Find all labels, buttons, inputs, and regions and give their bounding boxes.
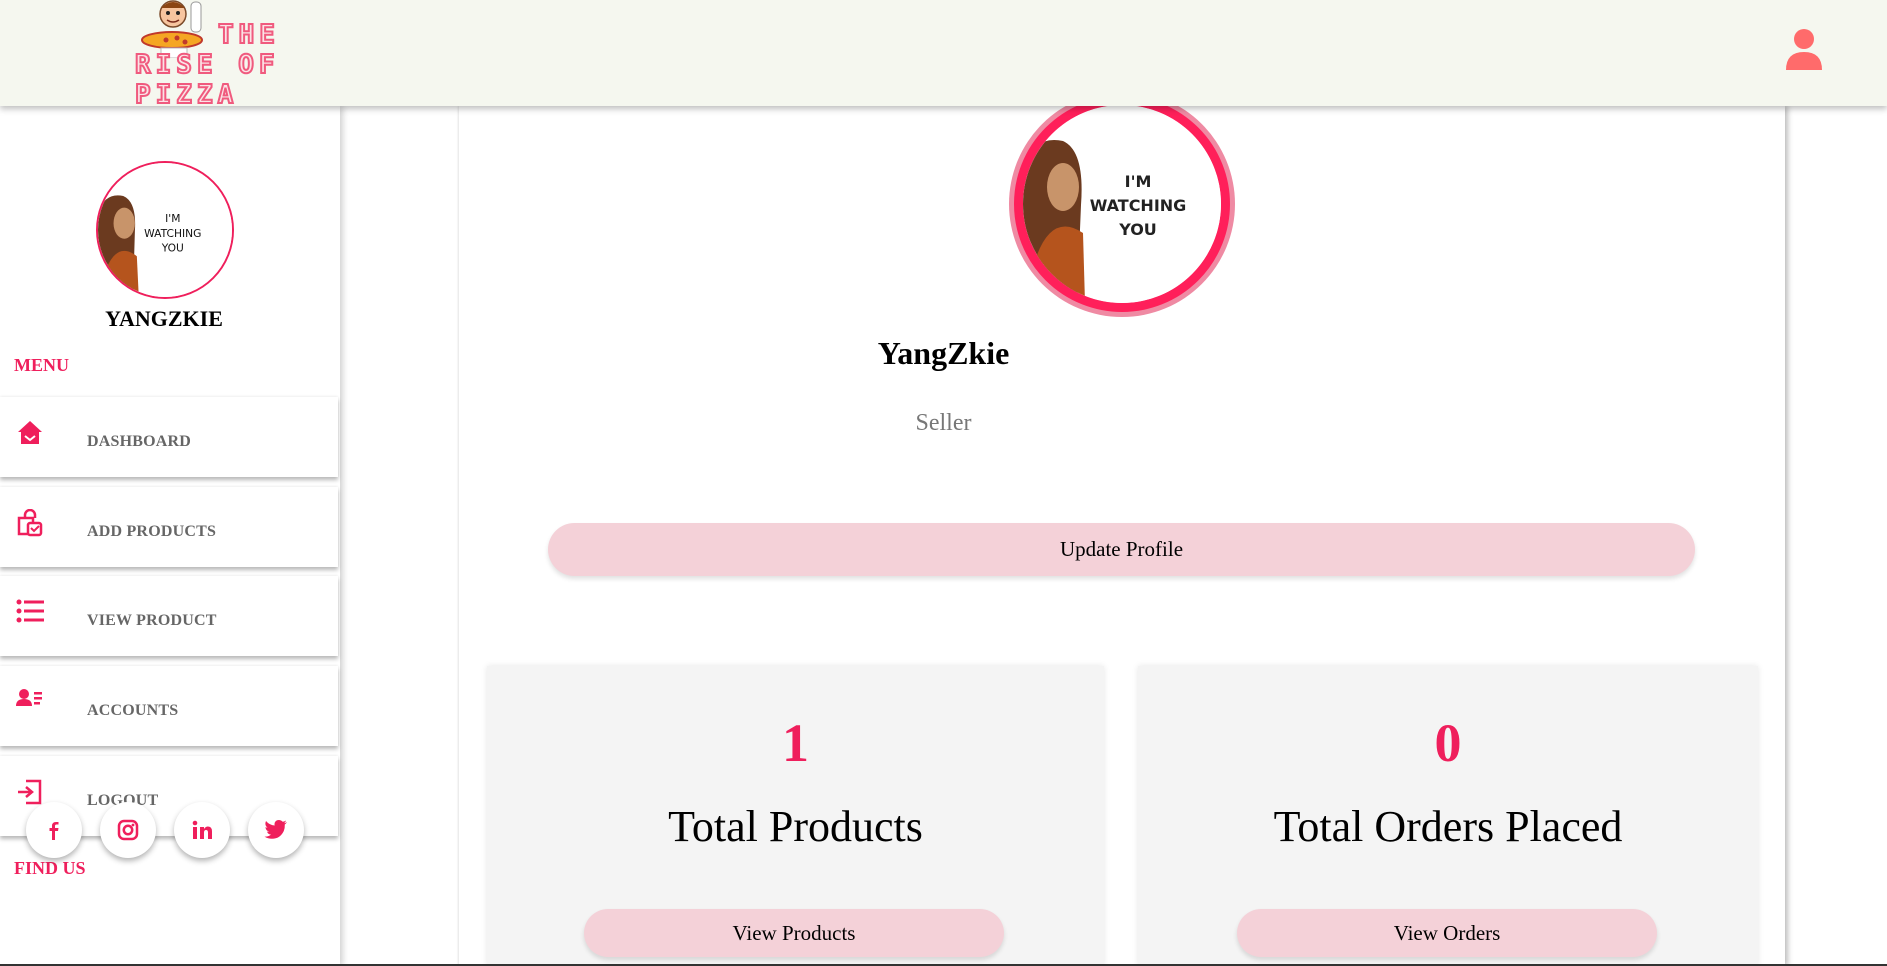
avatar-caption-3: YOU: [161, 241, 184, 254]
instagram-icon: [117, 819, 139, 841]
view-orders-button[interactable]: View Orders: [1237, 909, 1657, 957]
sidebar-item-accounts[interactable]: ACCOUNTS: [0, 666, 338, 746]
sidebar-item-label: ADD PRODUCTS: [87, 523, 217, 540]
sidebar-item-view-product[interactable]: VIEW PRODUCT: [0, 576, 338, 656]
avatar-caption-1: I'M: [165, 212, 180, 225]
twitter-button[interactable]: [248, 802, 304, 858]
home-icon: [18, 421, 42, 444]
avatar-caption-1: I'M: [1125, 172, 1152, 191]
sidebar: I'M WATCHING YOU YANGZKIE MENU DASHBOARD…: [0, 106, 340, 966]
logout-icon: [18, 779, 42, 805]
sidebar-item-label: DASHBOARD: [87, 433, 192, 450]
sidebar-item-dashboard[interactable]: DASHBOARD: [0, 397, 338, 477]
top-header: THE RISE OF PIZZA: [0, 0, 1887, 111]
facebook-button[interactable]: [26, 802, 82, 858]
avatar-caption-3: YOU: [1118, 220, 1157, 239]
sidebar-item-label: ACCOUNTS: [87, 702, 179, 719]
menu-heading: MENU: [14, 355, 69, 375]
avatar-caption-2: WATCHING: [144, 227, 201, 240]
total-products-value: 1: [782, 713, 809, 773]
total-products-label: Total Products: [668, 802, 923, 851]
logo-text-top: THE: [217, 19, 280, 51]
view-products-button[interactable]: View Products: [584, 909, 1004, 957]
avatar-caption-2: WATCHING: [1090, 196, 1187, 215]
sidebar-avatar: I'M WATCHING YOU: [96, 161, 234, 299]
twitter-icon: [264, 820, 287, 839]
total-orders-card: 0 Total Orders Placed View Orders: [1138, 666, 1758, 966]
find-us-heading: FIND US: [14, 858, 86, 878]
sidebar-item-label: VIEW PRODUCT: [87, 612, 217, 629]
linkedin-button[interactable]: [174, 802, 230, 858]
user-list-icon: [16, 689, 42, 706]
sidebar-item-add-products[interactable]: ADD PRODUCTS: [0, 487, 338, 567]
linkedin-icon: [192, 820, 212, 839]
avatar-image: I'M WATCHING YOU: [98, 163, 232, 297]
total-orders-value: 0: [1434, 713, 1462, 773]
list-icon: [16, 599, 44, 623]
update-profile-button[interactable]: Update Profile: [548, 523, 1695, 576]
sidebar-username: YANGZKIE: [105, 306, 223, 331]
total-products-card: 1 Total Products View Products: [487, 666, 1104, 966]
shopping-bag-icon: [17, 509, 43, 537]
avatar-image: I'M WATCHING YOU: [1023, 105, 1221, 303]
profile-avatar: I'M WATCHING YOU: [1014, 96, 1230, 312]
logo-text-bottom: RISE OF PIZZA: [134, 49, 280, 111]
site-logo[interactable]: THE RISE OF PIZZA: [133, 0, 393, 111]
instagram-button[interactable]: [100, 802, 156, 858]
total-orders-label: Total Orders Placed: [1273, 802, 1623, 851]
user-icon[interactable]: [1786, 28, 1822, 70]
facebook-icon: [49, 822, 59, 840]
